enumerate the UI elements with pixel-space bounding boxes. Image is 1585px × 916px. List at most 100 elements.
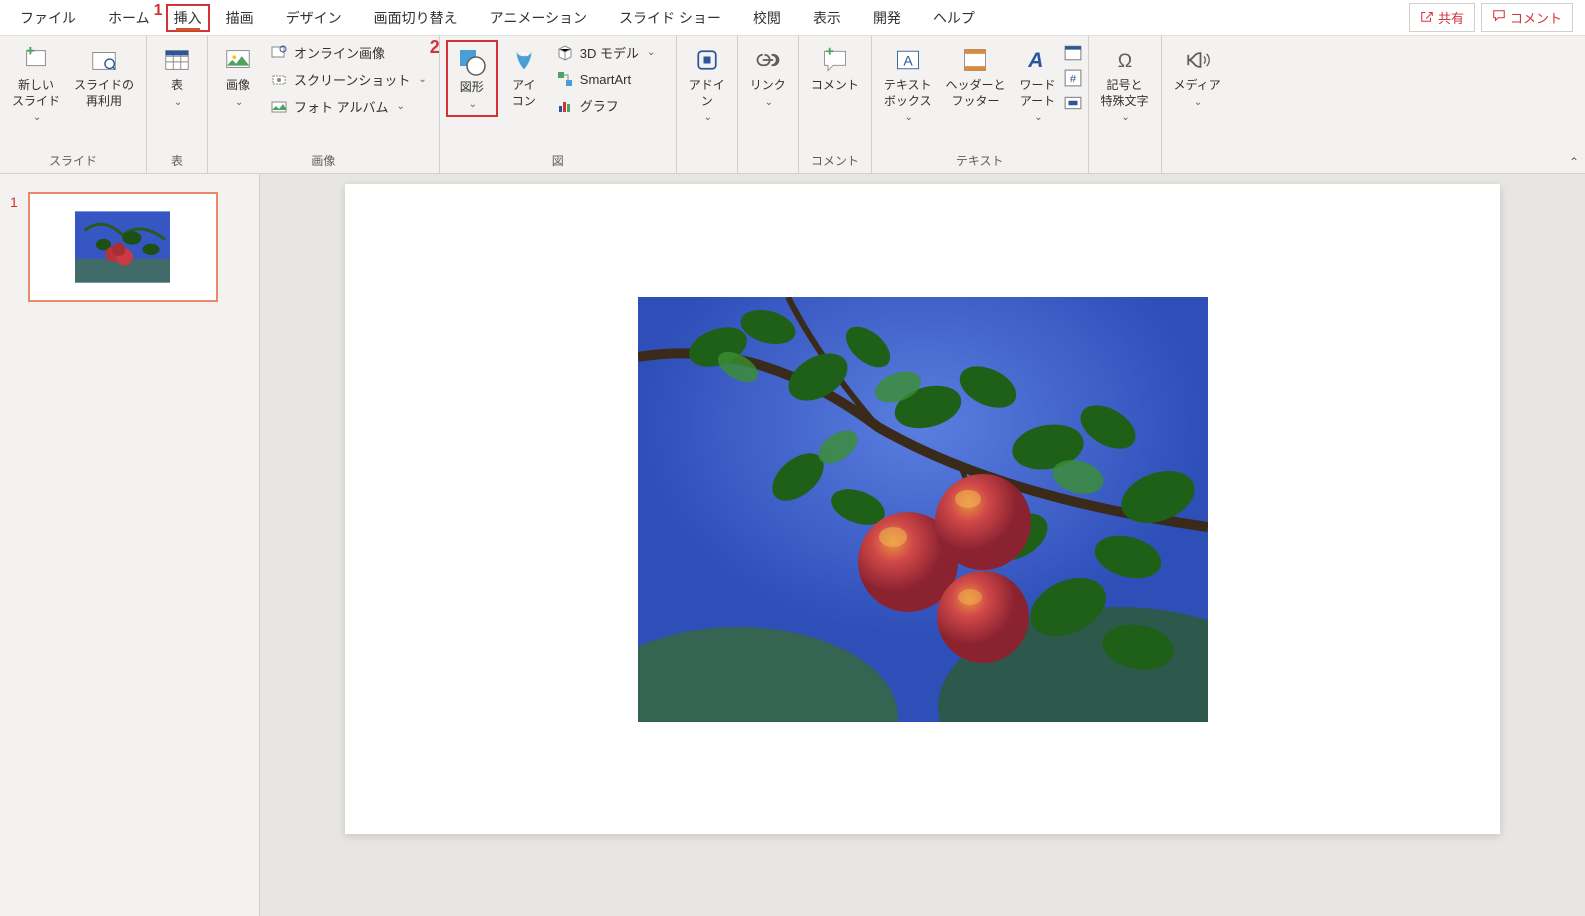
svg-text:Ω: Ω <box>1117 51 1131 72</box>
date-time-icon[interactable] <box>1064 44 1082 65</box>
slide-content-image <box>638 297 1208 722</box>
photo-album-icon <box>270 98 288 116</box>
menu-review[interactable]: 校閲 <box>737 2 797 34</box>
chevron-down-icon: ⌄ <box>174 96 182 109</box>
menu-slideshow[interactable]: スライド ショー <box>603 2 737 34</box>
ribbon-group-addin: アドイ ン ⌄ <box>677 36 738 173</box>
menu-draw[interactable]: 描画 <box>210 2 270 34</box>
object-icon[interactable] <box>1064 94 1082 115</box>
chart-label: グラフ <box>580 96 619 115</box>
photo-album-button[interactable]: フォト アルバム ⌄ <box>264 94 433 119</box>
wordart-icon: A <box>1021 44 1053 76</box>
highlight-badge-2: 2 <box>430 36 440 59</box>
thumbnail-image <box>75 211 170 283</box>
slide-number-icon[interactable]: # <box>1064 69 1082 90</box>
ribbon-group-comment: コメント コメント <box>799 36 872 173</box>
slide-thumbnail[interactable] <box>28 192 218 302</box>
comment-icon <box>1492 9 1506 26</box>
slide-thumbnail-row[interactable]: 1 <box>10 192 249 302</box>
svg-text:A: A <box>903 52 913 68</box>
reuse-slide-button[interactable]: スライドの 再利用 <box>68 40 140 113</box>
shapes-button[interactable]: 2 図形 ⌄ <box>446 40 498 117</box>
insert-comment-icon <box>819 44 851 76</box>
chevron-down-icon: ⌄ <box>765 96 773 109</box>
icons-icon <box>508 44 540 76</box>
3d-models-button[interactable]: 3D モデル ⌄ <box>550 40 670 65</box>
symbol-button[interactable]: Ω 記号と 特殊文字 ⌄ <box>1095 40 1155 128</box>
chevron-down-icon: ⌄ <box>397 101 405 112</box>
reuse-slide-label: スライドの 再利用 <box>74 78 134 109</box>
menu-view[interactable]: 表示 <box>797 2 857 34</box>
ribbon-group-illustration: 2 図形 ⌄ アイ コン 3D モデル ⌄ <box>440 36 677 173</box>
header-footer-button[interactable]: ヘッダーと フッター <box>939 40 1011 113</box>
menu-transitions[interactable]: 画面切り替え <box>358 2 474 34</box>
header-footer-icon <box>959 44 991 76</box>
menu-developer[interactable]: 開発 <box>857 2 917 34</box>
ribbon-group-symbol-label <box>1095 153 1155 171</box>
ribbon-group-symbol: Ω 記号と 特殊文字 ⌄ <box>1089 36 1162 173</box>
media-icon <box>1181 44 1213 76</box>
chevron-down-icon: ⌄ <box>1121 111 1129 124</box>
media-label: メディア <box>1174 78 1221 94</box>
ribbon-group-slide: 新しい スライド ⌄ スライドの 再利用 スライド <box>0 36 147 173</box>
slide-canvas[interactable] <box>345 184 1500 834</box>
svg-text:A: A <box>1028 49 1044 72</box>
chart-icon <box>556 97 574 115</box>
online-picture-button[interactable]: オンライン画像 <box>264 40 433 65</box>
menu-animations[interactable]: アニメーション <box>474 2 603 34</box>
online-picture-icon <box>270 44 288 62</box>
menu-insert[interactable]: 1 挿入 <box>166 4 210 32</box>
collapse-ribbon-button[interactable]: ⌃ <box>1569 155 1579 169</box>
ribbon-group-illustration-label: 図 <box>446 150 670 171</box>
link-icon <box>752 44 784 76</box>
highlight-badge-1: 1 <box>154 2 163 20</box>
share-button[interactable]: 共有 <box>1409 3 1475 32</box>
ribbon-group-comment-label: コメント <box>805 150 865 171</box>
smartart-label: SmartArt <box>580 72 631 87</box>
ribbon-group-text: A テキスト ボックス ⌄ ヘッダーと フッター A ワード アート ⌄ <box>872 36 1089 173</box>
new-slide-icon <box>20 44 52 76</box>
ribbon-group-image: 画像 ⌄ オンライン画像 スクリーンショット ⌄ <box>208 36 440 173</box>
new-slide-button[interactable]: 新しい スライド ⌄ <box>6 40 66 128</box>
menu-file[interactable]: ファイル <box>4 2 92 34</box>
online-picture-label: オンライン画像 <box>294 43 385 62</box>
menu-design[interactable]: デザイン <box>270 2 358 34</box>
active-tab-underline <box>176 28 200 31</box>
addin-button[interactable]: アドイ ン ⌄ <box>683 40 731 128</box>
chevron-down-icon: ⌄ <box>904 111 912 124</box>
smartart-icon <box>556 70 574 88</box>
link-button[interactable]: リンク ⌄ <box>744 40 792 113</box>
shapes-label: 図形 <box>460 80 484 96</box>
menu-insert-label: 挿入 <box>174 10 202 26</box>
new-slide-label: 新しい スライド <box>12 78 60 109</box>
shapes-icon <box>456 46 488 78</box>
svg-text:#: # <box>1069 74 1076 86</box>
3d-models-label: 3D モデル <box>580 43 639 62</box>
picture-button[interactable]: 画像 ⌄ <box>214 40 262 113</box>
symbol-icon: Ω <box>1109 44 1141 76</box>
chevron-down-icon: ⌄ <box>469 98 477 111</box>
wordart-button[interactable]: A ワード アート ⌄ <box>1013 40 1061 128</box>
smartart-button[interactable]: SmartArt <box>550 67 670 91</box>
comment-button[interactable]: コメント <box>1481 3 1573 32</box>
comment-label: コメント <box>1510 8 1562 27</box>
ribbon-group-image-label: 画像 <box>214 150 433 171</box>
icons-button[interactable]: アイ コン <box>500 40 548 113</box>
screenshot-button[interactable]: スクリーンショット ⌄ <box>264 67 433 92</box>
textbox-label: テキスト ボックス <box>884 78 932 109</box>
textbox-button[interactable]: A テキスト ボックス ⌄ <box>878 40 938 128</box>
insert-comment-button[interactable]: コメント <box>805 40 865 98</box>
wordart-label: ワード アート <box>1019 78 1055 109</box>
table-label: 表 <box>171 78 183 94</box>
share-icon <box>1420 9 1434 26</box>
chevron-down-icon: ⌄ <box>1034 111 1042 124</box>
media-button[interactable]: メディア ⌄ <box>1168 40 1227 113</box>
slide-canvas-area[interactable] <box>260 174 1585 916</box>
chevron-down-icon: ⌄ <box>647 47 655 58</box>
chevron-down-icon: ⌄ <box>235 96 243 109</box>
menu-help[interactable]: ヘルプ <box>917 2 991 34</box>
table-icon <box>161 44 193 76</box>
chevron-down-icon: ⌄ <box>33 111 41 124</box>
table-button[interactable]: 表 ⌄ <box>153 40 201 113</box>
chart-button[interactable]: グラフ <box>550 93 670 118</box>
